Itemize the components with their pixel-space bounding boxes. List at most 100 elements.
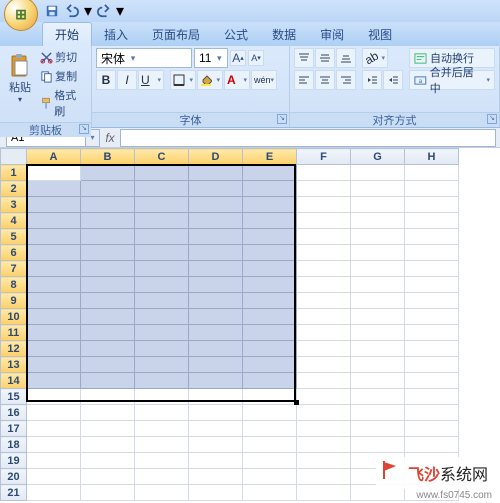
cell[interactable]: [243, 293, 297, 309]
cell[interactable]: [351, 277, 405, 293]
cell[interactable]: [81, 165, 135, 181]
cell[interactable]: [405, 165, 459, 181]
cell[interactable]: [243, 373, 297, 389]
row-header[interactable]: 19: [1, 453, 27, 469]
cell[interactable]: [189, 437, 243, 453]
cell[interactable]: [297, 245, 351, 261]
format-painter-button[interactable]: 格式刷: [38, 86, 87, 120]
cell[interactable]: [297, 197, 351, 213]
cell[interactable]: [405, 181, 459, 197]
row-header[interactable]: 15: [1, 389, 27, 405]
cell[interactable]: [243, 261, 297, 277]
row-header[interactable]: 14: [1, 373, 27, 389]
cell[interactable]: [27, 421, 81, 437]
cell[interactable]: [405, 405, 459, 421]
cell[interactable]: [351, 389, 405, 405]
row-header[interactable]: 6: [1, 245, 27, 261]
cell[interactable]: [189, 341, 243, 357]
cell[interactable]: [135, 437, 189, 453]
cell[interactable]: [189, 421, 243, 437]
cell[interactable]: [243, 341, 297, 357]
cell[interactable]: [351, 341, 405, 357]
cell[interactable]: [135, 229, 189, 245]
tab-formulas[interactable]: 公式: [212, 23, 260, 46]
cell[interactable]: [189, 389, 243, 405]
cell[interactable]: [405, 437, 459, 453]
font-dialog-launcher[interactable]: ↘: [277, 114, 287, 124]
row-header[interactable]: 13: [1, 357, 27, 373]
cell[interactable]: [189, 309, 243, 325]
cell[interactable]: [189, 181, 243, 197]
cell[interactable]: [351, 405, 405, 421]
cell[interactable]: [189, 373, 243, 389]
row-header[interactable]: 17: [1, 421, 27, 437]
cell[interactable]: [297, 261, 351, 277]
row-header[interactable]: 5: [1, 229, 27, 245]
cell[interactable]: [297, 437, 351, 453]
copy-button[interactable]: 复制: [38, 67, 87, 85]
cell[interactable]: [405, 277, 459, 293]
cell[interactable]: [351, 197, 405, 213]
row-header[interactable]: 3: [1, 197, 27, 213]
cell[interactable]: [135, 197, 189, 213]
cell[interactable]: [405, 197, 459, 213]
cell[interactable]: [297, 405, 351, 421]
cell[interactable]: [81, 437, 135, 453]
cell[interactable]: [297, 229, 351, 245]
cell[interactable]: [243, 245, 297, 261]
cell[interactable]: [297, 485, 351, 501]
cell[interactable]: [351, 165, 405, 181]
cell[interactable]: [405, 245, 459, 261]
cell[interactable]: [27, 453, 81, 469]
cell[interactable]: [81, 485, 135, 501]
column-header[interactable]: H: [405, 149, 459, 165]
align-top-button[interactable]: [294, 48, 314, 68]
row-header[interactable]: 18: [1, 437, 27, 453]
cell[interactable]: [189, 357, 243, 373]
cell[interactable]: [405, 229, 459, 245]
cell[interactable]: [243, 437, 297, 453]
cell[interactable]: [243, 453, 297, 469]
cell[interactable]: [135, 325, 189, 341]
cell[interactable]: [81, 405, 135, 421]
row-header[interactable]: 10: [1, 309, 27, 325]
alignment-dialog-launcher[interactable]: ↘: [487, 114, 497, 124]
column-header[interactable]: E: [243, 149, 297, 165]
cell[interactable]: [297, 357, 351, 373]
fill-handle[interactable]: [294, 400, 299, 405]
cell[interactable]: [27, 485, 81, 501]
cell[interactable]: [351, 181, 405, 197]
cell[interactable]: [351, 213, 405, 229]
align-right-button[interactable]: [336, 70, 356, 90]
cell[interactable]: [135, 341, 189, 357]
tab-review[interactable]: 审阅: [308, 23, 356, 46]
cell[interactable]: [297, 421, 351, 437]
row-header[interactable]: 9: [1, 293, 27, 309]
cell[interactable]: [81, 181, 135, 197]
column-header[interactable]: A: [27, 149, 81, 165]
cell[interactable]: [243, 229, 297, 245]
cell[interactable]: [27, 389, 81, 405]
undo-dropdown[interactable]: ▾: [84, 3, 92, 19]
italic-button[interactable]: I: [117, 70, 137, 90]
cell[interactable]: [27, 469, 81, 485]
align-center-button[interactable]: [315, 70, 335, 90]
cell[interactable]: [27, 293, 81, 309]
cell[interactable]: [81, 277, 135, 293]
column-header[interactable]: C: [135, 149, 189, 165]
cell[interactable]: [27, 181, 81, 197]
cell[interactable]: [81, 453, 135, 469]
cell[interactable]: [81, 389, 135, 405]
row-header[interactable]: 21: [1, 485, 27, 501]
cell[interactable]: [351, 373, 405, 389]
cell[interactable]: [297, 453, 351, 469]
cell[interactable]: [351, 229, 405, 245]
cell[interactable]: [297, 277, 351, 293]
cell[interactable]: [135, 421, 189, 437]
cell[interactable]: [81, 421, 135, 437]
row-header[interactable]: 8: [1, 277, 27, 293]
row-header[interactable]: 4: [1, 213, 27, 229]
cell[interactable]: [135, 389, 189, 405]
cell[interactable]: [189, 229, 243, 245]
decrease-indent-button[interactable]: [362, 70, 382, 90]
